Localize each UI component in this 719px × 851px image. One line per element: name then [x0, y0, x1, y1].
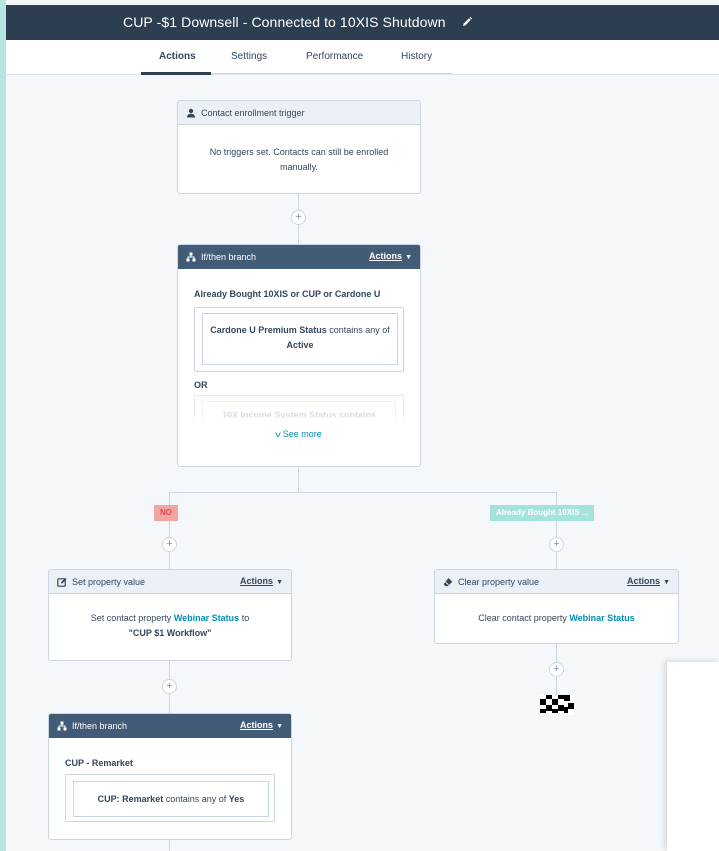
add-action-button[interactable]: + [162, 537, 177, 552]
or-label: OR [194, 380, 208, 390]
caret-down-icon: ▼ [405, 254, 412, 261]
add-action-button[interactable]: + [162, 679, 177, 694]
tab-actions[interactable]: Actions [159, 51, 196, 62]
tab-bar: Actions Settings Performance History [6, 40, 719, 75]
add-action-button[interactable]: + [549, 537, 564, 552]
clear-property-text: Clear contact property [478, 613, 567, 623]
yes-branch-label: Already Bought 10XIS ... [490, 505, 595, 521]
tab-settings[interactable]: Settings [231, 51, 267, 62]
see-more-label: See more [282, 429, 322, 439]
caret-down-icon: ▼ [276, 579, 283, 586]
branch-actions-menu[interactable]: Actions ▼ [240, 720, 283, 730]
clear-property-actions-menu[interactable]: Actions ▼ [627, 576, 670, 586]
set-property-header-label: Set property value [72, 576, 146, 587]
branch-connector [169, 492, 557, 493]
workflow-titlebar: CUP -$1 Downsell - Connected to 10XIS Sh… [6, 5, 719, 40]
side-panel [667, 662, 719, 851]
caret-down-icon: ▼ [276, 723, 283, 730]
set-property-body: Set contact property Webinar Status to "… [49, 594, 291, 641]
tab-performance[interactable]: Performance [306, 51, 363, 62]
set-property-value: "CUP $1 Workflow" [128, 628, 212, 638]
branch-header-label: If/then branch [201, 252, 257, 262]
filter-criteria: CUP: Remarket contains any of Yes [73, 781, 269, 817]
branch-icon [57, 721, 67, 731]
trigger-header: Contact enrollment trigger [178, 101, 420, 125]
branch-condition-title: Already Bought 10XIS or CUP or Cardone U [194, 289, 381, 299]
filter-value: Yes [228, 794, 245, 804]
set-property-to: to [241, 613, 250, 623]
filter-criteria: Cardone U Premium Status contains any of… [202, 313, 398, 365]
left-accent-strip [0, 0, 6, 851]
chevron-down-icon: v [275, 430, 282, 439]
clear-property-header-label: Clear property value [458, 576, 540, 587]
branch-icon [186, 252, 196, 262]
enrollment-trigger-card[interactable]: Contact enrollment trigger No triggers s… [177, 100, 421, 194]
add-action-button[interactable]: + [291, 210, 306, 225]
trigger-header-label: Contact enrollment trigger [201, 107, 305, 118]
branch-actions-menu[interactable]: Actions ▼ [369, 251, 412, 261]
branch-condition-title: CUP - Remarket [65, 758, 133, 768]
branch-header-label: If/then branch [72, 721, 128, 731]
property-link[interactable]: Webinar Status [174, 613, 239, 623]
branch-header: If/then branch Actions ▼ [178, 245, 420, 269]
eraser-icon [443, 577, 453, 586]
edit-pencil-icon[interactable] [461, 16, 473, 28]
connector [169, 839, 170, 851]
no-branch-label: NO [154, 505, 178, 521]
filter-value: Active [286, 340, 314, 350]
clear-property-header: Clear property value Actions ▼ [435, 570, 678, 594]
if-then-branch-card[interactable]: If/then branch Actions ▼ CUP - Remarket C… [48, 713, 292, 840]
workflow-end-flag-icon [540, 695, 574, 715]
active-tab-indicator [141, 72, 211, 75]
connector [298, 466, 299, 493]
contact-person-icon [187, 108, 195, 117]
filter-property: CUP: Remarket [97, 794, 164, 804]
connector [556, 492, 557, 570]
branch-header: If/then branch Actions ▼ [49, 714, 291, 738]
property-link[interactable]: Webinar Status [569, 613, 634, 623]
filter-property: Cardone U Premium Status [210, 325, 327, 335]
set-property-text: Set contact property [90, 613, 172, 623]
clear-property-body: Clear contact property Webinar Status [435, 594, 678, 626]
clear-property-card[interactable]: Clear property value Actions ▼ Clear cont… [434, 569, 679, 644]
see-more-link[interactable]: v See more [178, 429, 420, 439]
caret-down-icon: ▼ [663, 579, 670, 586]
edit-square-icon [57, 577, 67, 587]
add-action-button[interactable]: + [549, 662, 564, 677]
set-property-card[interactable]: Set property value Actions ▼ Set contact … [48, 569, 292, 661]
set-property-actions-menu[interactable]: Actions ▼ [240, 576, 283, 586]
connector [169, 492, 170, 570]
tab-history[interactable]: History [401, 51, 432, 62]
workflow-title[interactable]: CUP -$1 Downsell - Connected to 10XIS Sh… [123, 14, 446, 30]
trigger-body: No triggers set. Contacts can still be e… [209, 147, 389, 172]
filter-operator: contains any of [165, 794, 227, 804]
if-then-branch-card[interactable]: If/then branch Actions ▼ Already Bought 1… [177, 244, 421, 467]
set-property-header: Set property value Actions ▼ [49, 570, 291, 594]
filter-operator: contains any of [329, 325, 390, 335]
